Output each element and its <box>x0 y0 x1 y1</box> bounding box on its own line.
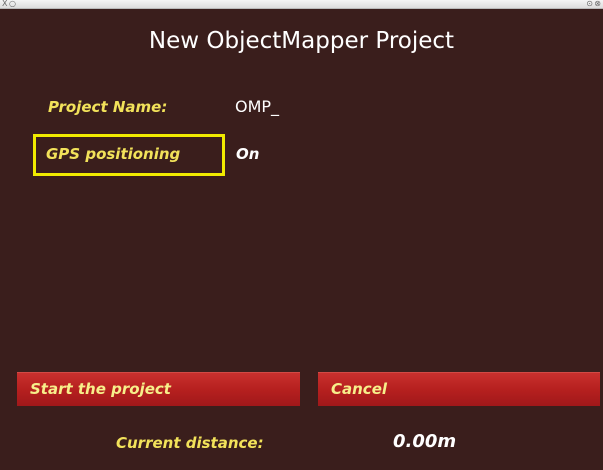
gps-positioning-value[interactable]: On <box>236 145 259 163</box>
app-window: X ○ ⊙ ⊗ New ObjectMapper Project Project… <box>0 0 603 470</box>
close-icon[interactable]: X <box>2 0 7 8</box>
current-distance-label: Current distance: <box>116 434 264 452</box>
project-name-label: Project Name: <box>48 98 168 116</box>
cancel-button[interactable]: Cancel <box>318 372 600 406</box>
page-title: New ObjectMapper Project <box>148 28 455 54</box>
gps-positioning-label: GPS positioning <box>46 145 181 163</box>
window-titlebar: X ○ ⊙ ⊗ <box>0 0 603 9</box>
maximize-icon[interactable]: ⊗ <box>594 0 601 8</box>
minimize-icon[interactable]: ⊙ <box>586 0 593 8</box>
window-menu-icon[interactable]: ○ <box>9 0 16 8</box>
current-distance-value: 0.00m <box>393 431 457 452</box>
project-name-field[interactable]: OMP_ <box>235 97 279 116</box>
start-project-button[interactable]: Start the project <box>17 372 300 406</box>
